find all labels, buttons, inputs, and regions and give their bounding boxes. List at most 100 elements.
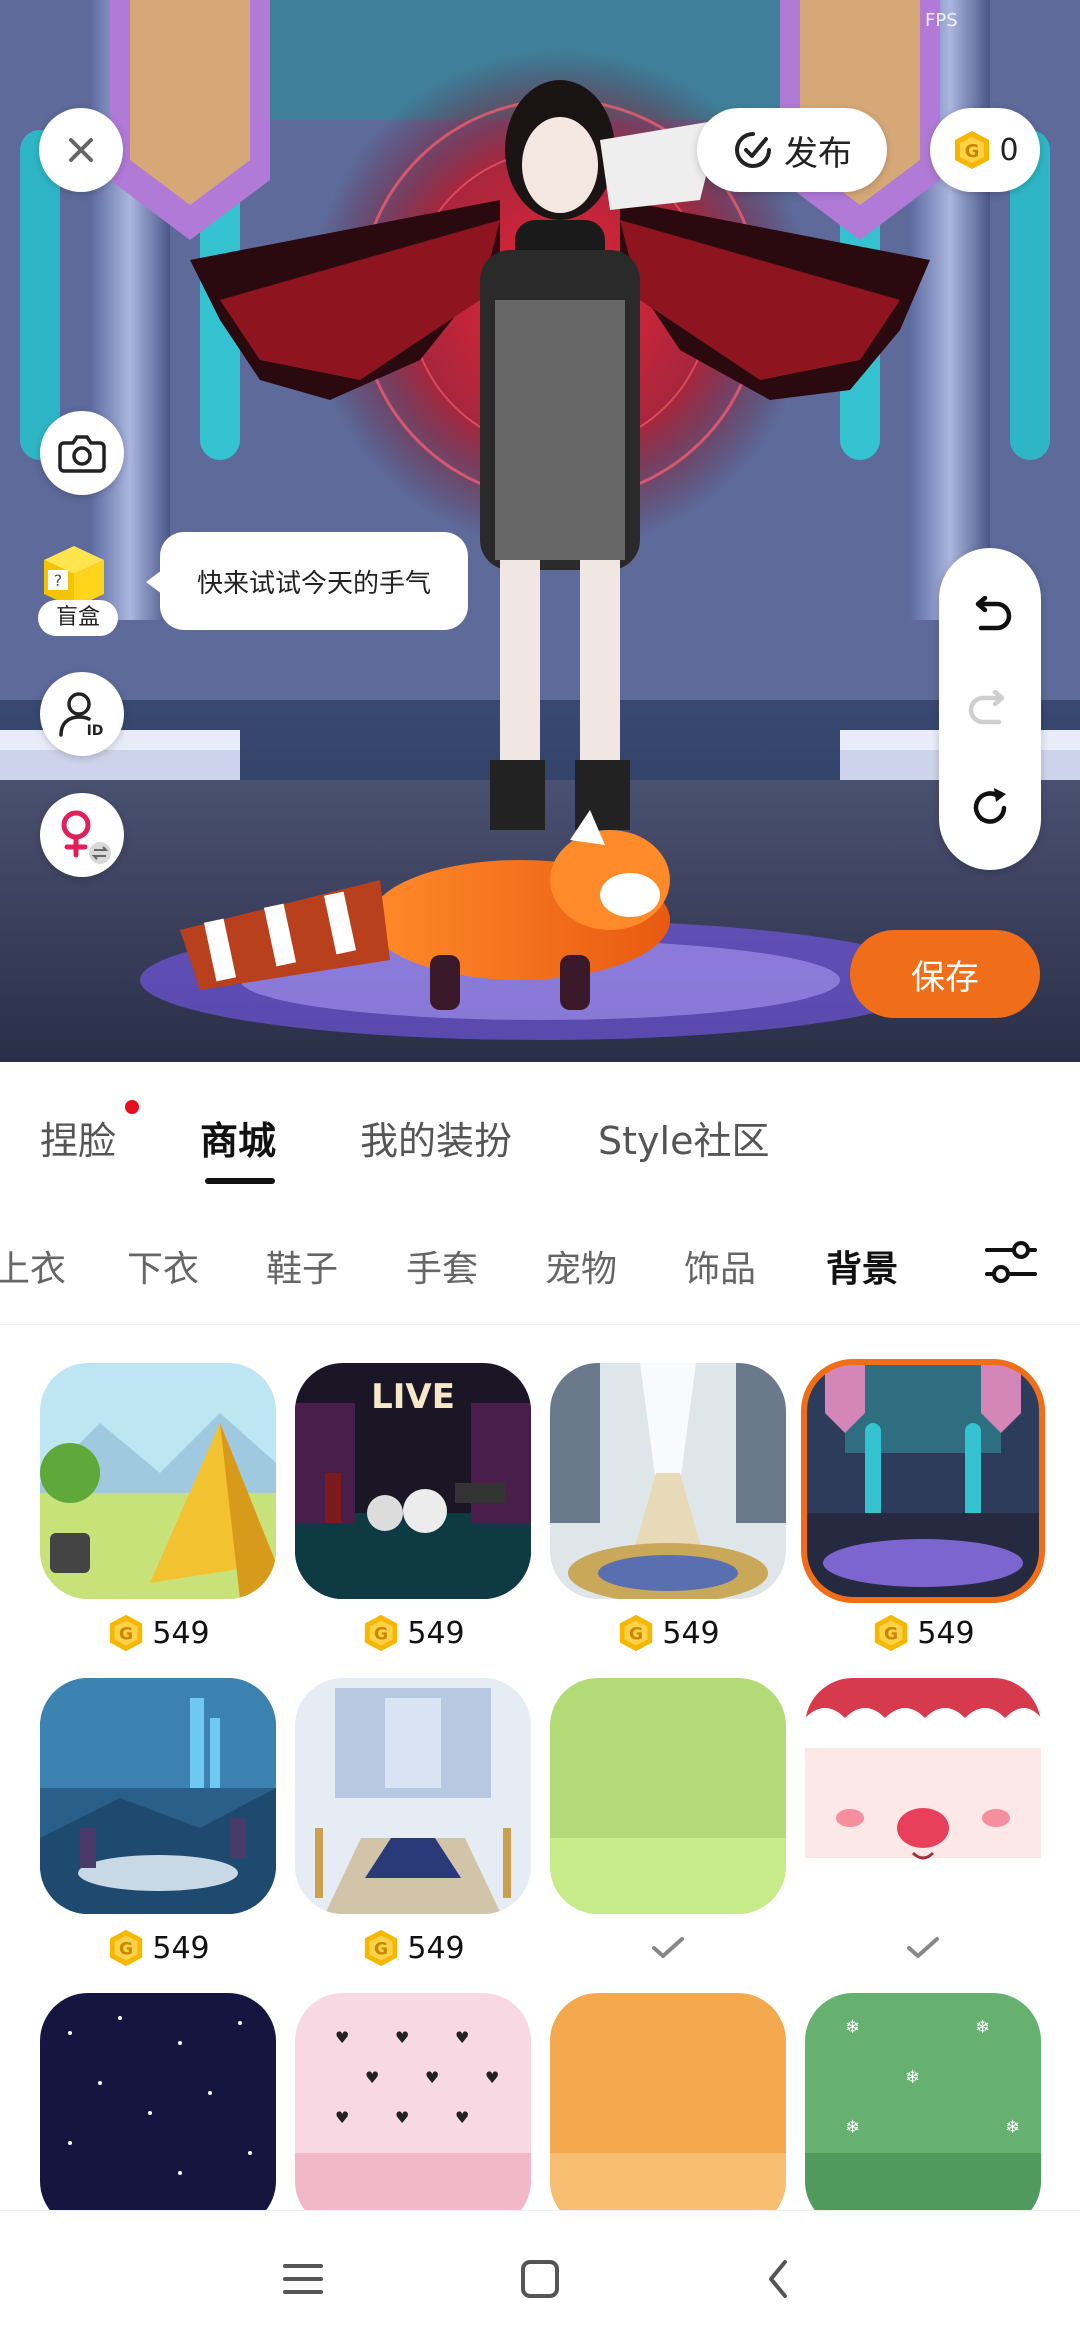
publish-label: 发布 [784, 133, 852, 174]
svg-text:G: G [884, 1625, 898, 1645]
menu-button[interactable] [275, 2251, 331, 2307]
category-bottoms[interactable]: 下衣 [127, 1240, 199, 1292]
female-icon [61, 810, 111, 864]
reset-icon [973, 788, 1007, 824]
close-button[interactable] [39, 108, 123, 192]
item-price: 549 [407, 1930, 465, 1966]
grid-item-live-stage[interactable]: LIVE G 549 [295, 1363, 531, 1652]
undo-button[interactable] [960, 586, 1020, 646]
svg-text:♥: ♥ [455, 2028, 469, 2047]
svg-text:G: G [374, 1625, 388, 1645]
thumbnail-crystal-ruins [40, 1678, 276, 1914]
publish-button[interactable]: 发布 [697, 108, 887, 192]
svg-text:G: G [965, 141, 980, 162]
price-row: G 549 [295, 1924, 531, 1972]
fps-indicator: FPS [925, 10, 958, 31]
scene-background-illustration [0, 0, 1080, 1062]
thumbnail-tent-meadow [40, 1363, 276, 1599]
price-row: G 549 [40, 1609, 276, 1657]
avatar-scene[interactable]: FPS 发布 G 0 ? 盲盒 快来试试今天的手气 ID 保存 [0, 0, 1080, 1062]
camera-icon [58, 435, 106, 473]
grid-item-green-solid[interactable] [550, 1678, 786, 1958]
category-backgrounds[interactable]: 背景 [826, 1240, 898, 1292]
svg-text:G: G [374, 1940, 388, 1960]
category-tabs: 上衣 下衣 鞋子 手套 宠物 饰品 背景 [0, 1192, 1080, 1325]
tab-store[interactable]: 商城 [200, 1110, 276, 1165]
avatar-id-button[interactable]: ID [40, 672, 124, 756]
svg-text:♥: ♥ [395, 2108, 409, 2127]
save-button[interactable]: 保存 [850, 930, 1040, 1018]
blindbox-label: 盲盒 [38, 600, 118, 636]
svg-text:♥: ♥ [425, 2068, 439, 2087]
svg-text:❄: ❄ [905, 2067, 920, 2088]
reset-button[interactable] [960, 778, 1020, 838]
back-chevron-icon [769, 2260, 787, 2298]
home-square-icon [521, 2260, 559, 2298]
grid-item-tent-meadow[interactable]: G 549 [40, 1363, 276, 1652]
thumbnail-cathedral-hall [550, 1363, 786, 1599]
grid-item-orange-solid[interactable] [550, 1993, 786, 2210]
svg-text:❄: ❄ [845, 2017, 860, 2038]
category-tops[interactable]: 上衣 [0, 1240, 66, 1292]
thumbnail-starry-night [40, 1993, 276, 2210]
svg-text:♥: ♥ [335, 2108, 349, 2127]
grid-item-gothic-castle[interactable]: G 549 [801, 1359, 1045, 1652]
user-id-icon: ID [59, 692, 104, 739]
thumbnail-orange-solid [550, 1993, 786, 2210]
coin-icon: G [365, 1929, 398, 1967]
grid-item-royal-palace[interactable]: G 549 [295, 1678, 531, 1967]
item-price: 549 [407, 1615, 465, 1651]
grid-item-cathedral-hall[interactable]: G 549 [550, 1363, 786, 1652]
tab-face[interactable]: 捏脸 [40, 1110, 116, 1165]
category-pets[interactable]: 宠物 [545, 1240, 617, 1292]
grid-item-santa-face[interactable] [805, 1678, 1041, 1958]
grid-item-green-snowflake[interactable]: ❄ ❄ ❄ ❄ ❄ [805, 1993, 1041, 2210]
category-gloves[interactable]: 手套 [406, 1240, 478, 1292]
coin-icon: G [955, 131, 990, 169]
category-accessories[interactable]: 饰品 [684, 1240, 756, 1292]
grid-item-crystal-ruins[interactable]: G 549 [40, 1678, 276, 1967]
svg-text:G: G [119, 1625, 133, 1645]
menu-icon [283, 2264, 323, 2294]
coin-icon: G [620, 1614, 653, 1652]
item-price: 549 [152, 1930, 210, 1966]
thumbnail-live-stage: LIVE [295, 1363, 531, 1599]
svg-text:ID: ID [87, 723, 104, 739]
svg-text:G: G [629, 1625, 643, 1645]
thumbnail-royal-palace [295, 1678, 531, 1914]
gender-switch-button[interactable] [40, 793, 124, 877]
history-panel [939, 548, 1041, 870]
filter-button[interactable] [983, 1236, 1039, 1288]
camera-button[interactable] [40, 411, 124, 495]
redo-button[interactable] [960, 680, 1020, 740]
thumbnail-green-snowflake: ❄ ❄ ❄ ❄ ❄ [805, 1993, 1041, 2210]
coin-icon: G [875, 1614, 908, 1652]
svg-text:♥: ♥ [395, 2028, 409, 2047]
category-shoes[interactable]: 鞋子 [266, 1240, 338, 1292]
checkmark-icon [652, 1937, 684, 1958]
main-tabs: 捏脸 商城 我的装扮 Style社区 [0, 1062, 1080, 1192]
coin-icon: G [110, 1929, 143, 1967]
active-tab-indicator [205, 1178, 275, 1184]
coin-icon: G [110, 1614, 143, 1652]
thumbnail-pink-hearts: ♥ ♥ ♥ ♥ ♥ ♥ ♥ ♥ ♥ [295, 1993, 531, 2210]
coin-icon: G [365, 1614, 398, 1652]
publish-icon [735, 132, 771, 168]
grid-item-pink-hearts[interactable]: ♥ ♥ ♥ ♥ ♥ ♥ ♥ ♥ ♥ [295, 1993, 531, 2210]
owned-indicator [550, 1924, 786, 1972]
redo-icon [968, 690, 1005, 725]
svg-text:♥: ♥ [485, 2068, 499, 2087]
svg-text:❄: ❄ [1005, 2117, 1020, 2138]
svg-text:❄: ❄ [975, 2017, 990, 2038]
blindbox-button[interactable]: ? 盲盒 [34, 536, 124, 636]
price-row: G 549 [295, 1609, 531, 1657]
tab-my-outfits[interactable]: 我的装扮 [360, 1110, 512, 1165]
back-button[interactable] [750, 2251, 806, 2307]
undo-icon [975, 596, 1012, 631]
svg-text:LIVE: LIVE [371, 1377, 455, 1417]
tab-style-community[interactable]: Style社区 [598, 1110, 769, 1165]
coin-balance[interactable]: G 0 [930, 108, 1040, 192]
grid-item-starry-night[interactable] [40, 1993, 276, 2210]
svg-text:♥: ♥ [365, 2068, 379, 2087]
home-button[interactable] [512, 2251, 568, 2307]
